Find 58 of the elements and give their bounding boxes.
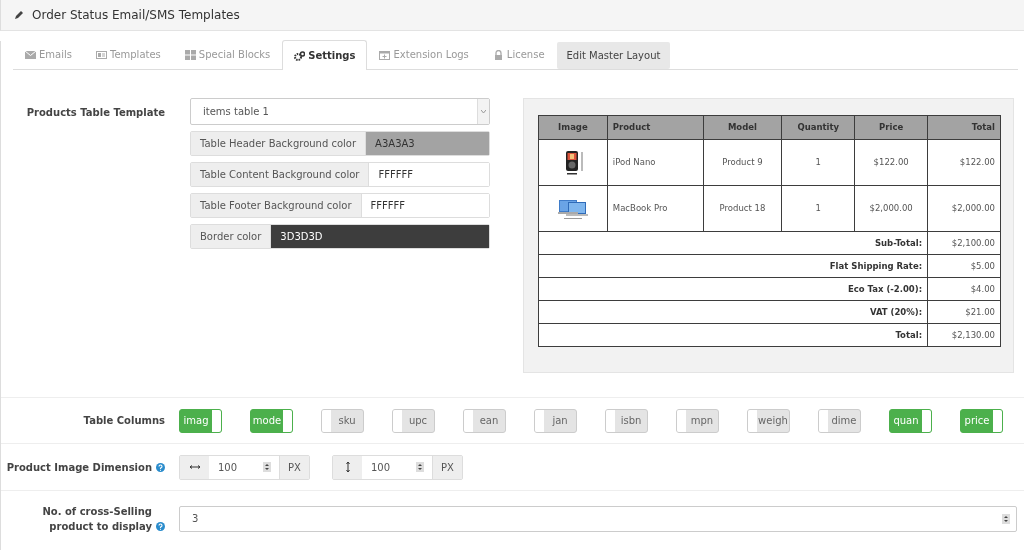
- toggle-switch[interactable]: quan: [889, 408, 932, 433]
- edit-master-layout-button[interactable]: Edit Master Layout: [556, 42, 671, 69]
- toggle-switch[interactable]: price: [960, 408, 1003, 433]
- spinner-icon: [1002, 513, 1010, 524]
- calendar-icon: [379, 49, 391, 60]
- tab[interactable]: License: [480, 39, 557, 69]
- gears-icon: [294, 50, 306, 61]
- field-label: Table Columns: [82, 414, 166, 428]
- toggle-switch[interactable]: dime: [818, 408, 861, 433]
- total-label: Flat Shipping Rate:: [829, 260, 923, 271]
- field-label: No. of cross-Selling product to display: [41, 504, 152, 534]
- pencil-icon: [14, 10, 24, 20]
- toggle-switch[interactable]: imag: [179, 408, 222, 433]
- tab[interactable]: Emails: [13, 39, 84, 69]
- table-cell: $122.00: [927, 139, 1001, 186]
- template-select[interactable]: items table 1: [190, 98, 490, 125]
- help-icon: [156, 462, 165, 472]
- toggle-switch[interactable]: ean: [463, 408, 506, 433]
- column-header: Total: [927, 115, 1001, 140]
- help-icon: [156, 521, 165, 531]
- column-header: Quantity: [781, 115, 855, 140]
- column-header: Product: [607, 115, 704, 140]
- table-cell: $122.00: [854, 139, 928, 186]
- toggle-switch[interactable]: weigh: [747, 408, 790, 433]
- table-cell: 1: [781, 139, 855, 186]
- toggle-switch[interactable]: sku: [321, 408, 364, 433]
- field-label: Product Image Dimension: [6, 460, 152, 475]
- toggle-switch[interactable]: isbn: [605, 408, 648, 433]
- tab[interactable]: Special Blocks: [172, 39, 283, 69]
- tab[interactable]: Templates: [83, 39, 173, 69]
- field-label: Products Table Template: [25, 106, 166, 120]
- column-header: Price: [854, 115, 928, 140]
- grid-icon: [184, 49, 196, 60]
- total-label: VAT (20%):: [869, 306, 923, 317]
- envelope-icon: [25, 49, 36, 60]
- number-input[interactable]: 3: [179, 505, 1017, 532]
- table-cell: Product 18: [703, 185, 782, 232]
- total-label: Total:: [895, 329, 923, 340]
- table-cell: $2,000.00: [854, 185, 928, 232]
- tab[interactable]: Extension Logs: [367, 39, 481, 69]
- column-header: Image: [538, 115, 608, 140]
- toggle-switch[interactable]: upc: [392, 408, 435, 433]
- caret-icon: [481, 109, 486, 114]
- tab[interactable]: Settings: [282, 40, 368, 70]
- total-label: Eco Tax (-2.00):: [847, 283, 923, 294]
- toggle-switch[interactable]: mpn: [676, 408, 719, 433]
- table-cell: MacBook Pro: [607, 185, 704, 232]
- total-label: Sub-Total:: [874, 237, 923, 248]
- table-cell: Product 9: [703, 139, 782, 186]
- toggle-switch[interactable]: jan: [534, 408, 577, 433]
- toggle-switch[interactable]: mode: [250, 408, 293, 433]
- id-card-icon: [95, 49, 107, 60]
- lock-icon: [492, 49, 504, 60]
- page-title: Order Status Email/SMS Templates: [32, 7, 240, 24]
- column-header: Model: [703, 115, 782, 140]
- table-cell: iPod Nano: [607, 139, 704, 186]
- table-cell: 1: [781, 185, 855, 232]
- table-cell: $2,000.00: [927, 185, 1001, 232]
